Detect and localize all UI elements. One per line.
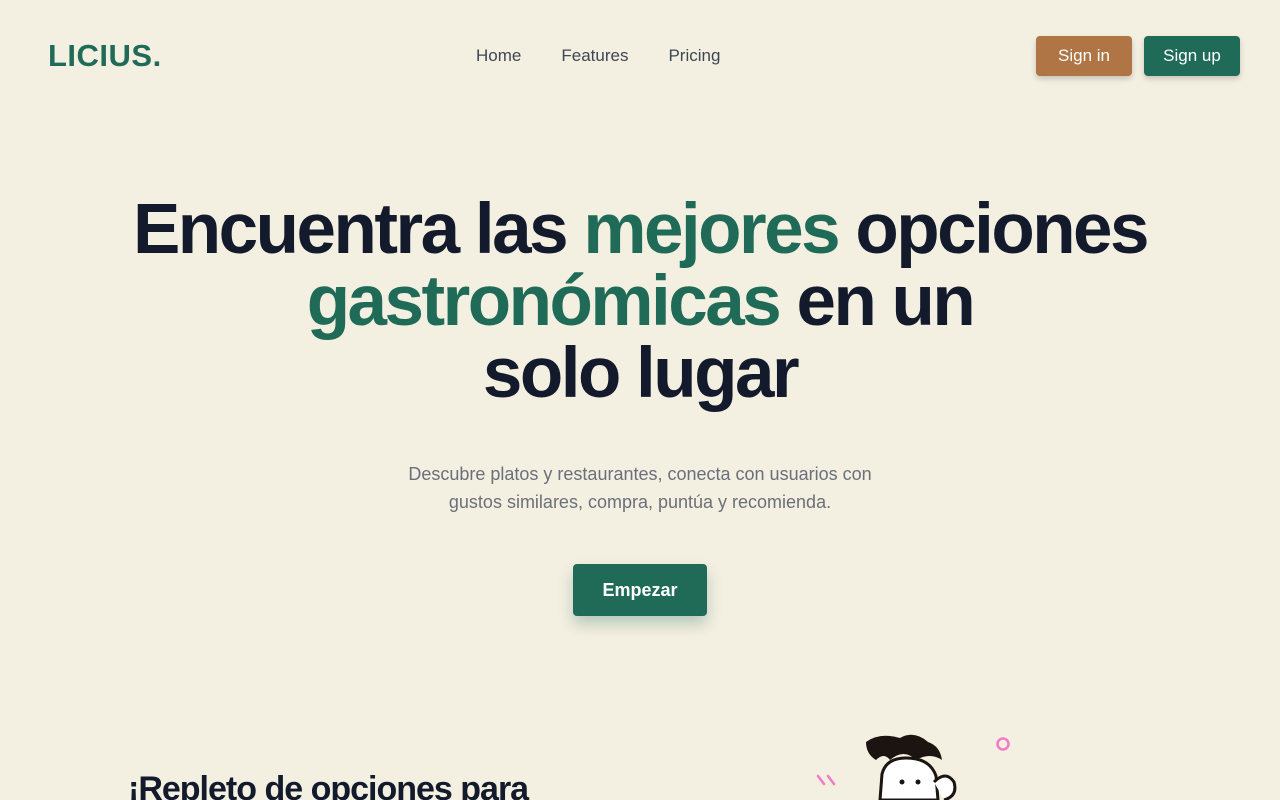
hair-icon <box>866 734 942 760</box>
hero-title-part: en un <box>779 262 975 341</box>
hero-subtitle: Descubre platos y restaurantes, conecta … <box>340 460 940 516</box>
hero-subtitle-line: Descubre platos y restaurantes, conecta … <box>408 464 872 484</box>
sign-in-button[interactable]: Sign in <box>1036 36 1132 76</box>
hero-title-part: opciones <box>838 190 1149 269</box>
face-icon <box>878 756 940 800</box>
nav-home-link[interactable]: Home <box>476 46 521 66</box>
chef-illustration <box>816 734 1010 800</box>
sign-up-button[interactable]: Sign up <box>1144 36 1240 76</box>
decor-stroke-icon <box>816 774 826 786</box>
decor-stroke-icon <box>826 774 836 786</box>
brand-logo[interactable]: LICIUS. <box>48 38 162 74</box>
auth-buttons: Sign in Sign up <box>1036 36 1240 76</box>
landing-page: LICIUS. Home Features Pricing Sign in Si… <box>0 0 1280 800</box>
nav-features-link[interactable]: Features <box>561 46 628 66</box>
hero-title: Encuentra las mejores opciones gastronóm… <box>0 194 1280 410</box>
decor-ring-icon <box>996 737 1010 751</box>
hero-subtitle-line: gustos similares, compra, puntúa y recom… <box>448 492 832 512</box>
hero-title-accent: mejores <box>583 190 840 269</box>
section-heading: ¡Repleto de opciones para <box>128 770 529 800</box>
hero-title-part: solo lugar <box>482 334 800 413</box>
main-nav: Home Features Pricing <box>476 46 720 66</box>
nav-pricing-link[interactable]: Pricing <box>668 46 720 66</box>
hero-title-accent: gastronómicas <box>306 262 782 341</box>
hero-title-part: Encuentra las <box>132 190 584 269</box>
site-header: LICIUS. Home Features Pricing Sign in Si… <box>0 0 1280 112</box>
get-started-button[interactable]: Empezar <box>573 564 707 616</box>
